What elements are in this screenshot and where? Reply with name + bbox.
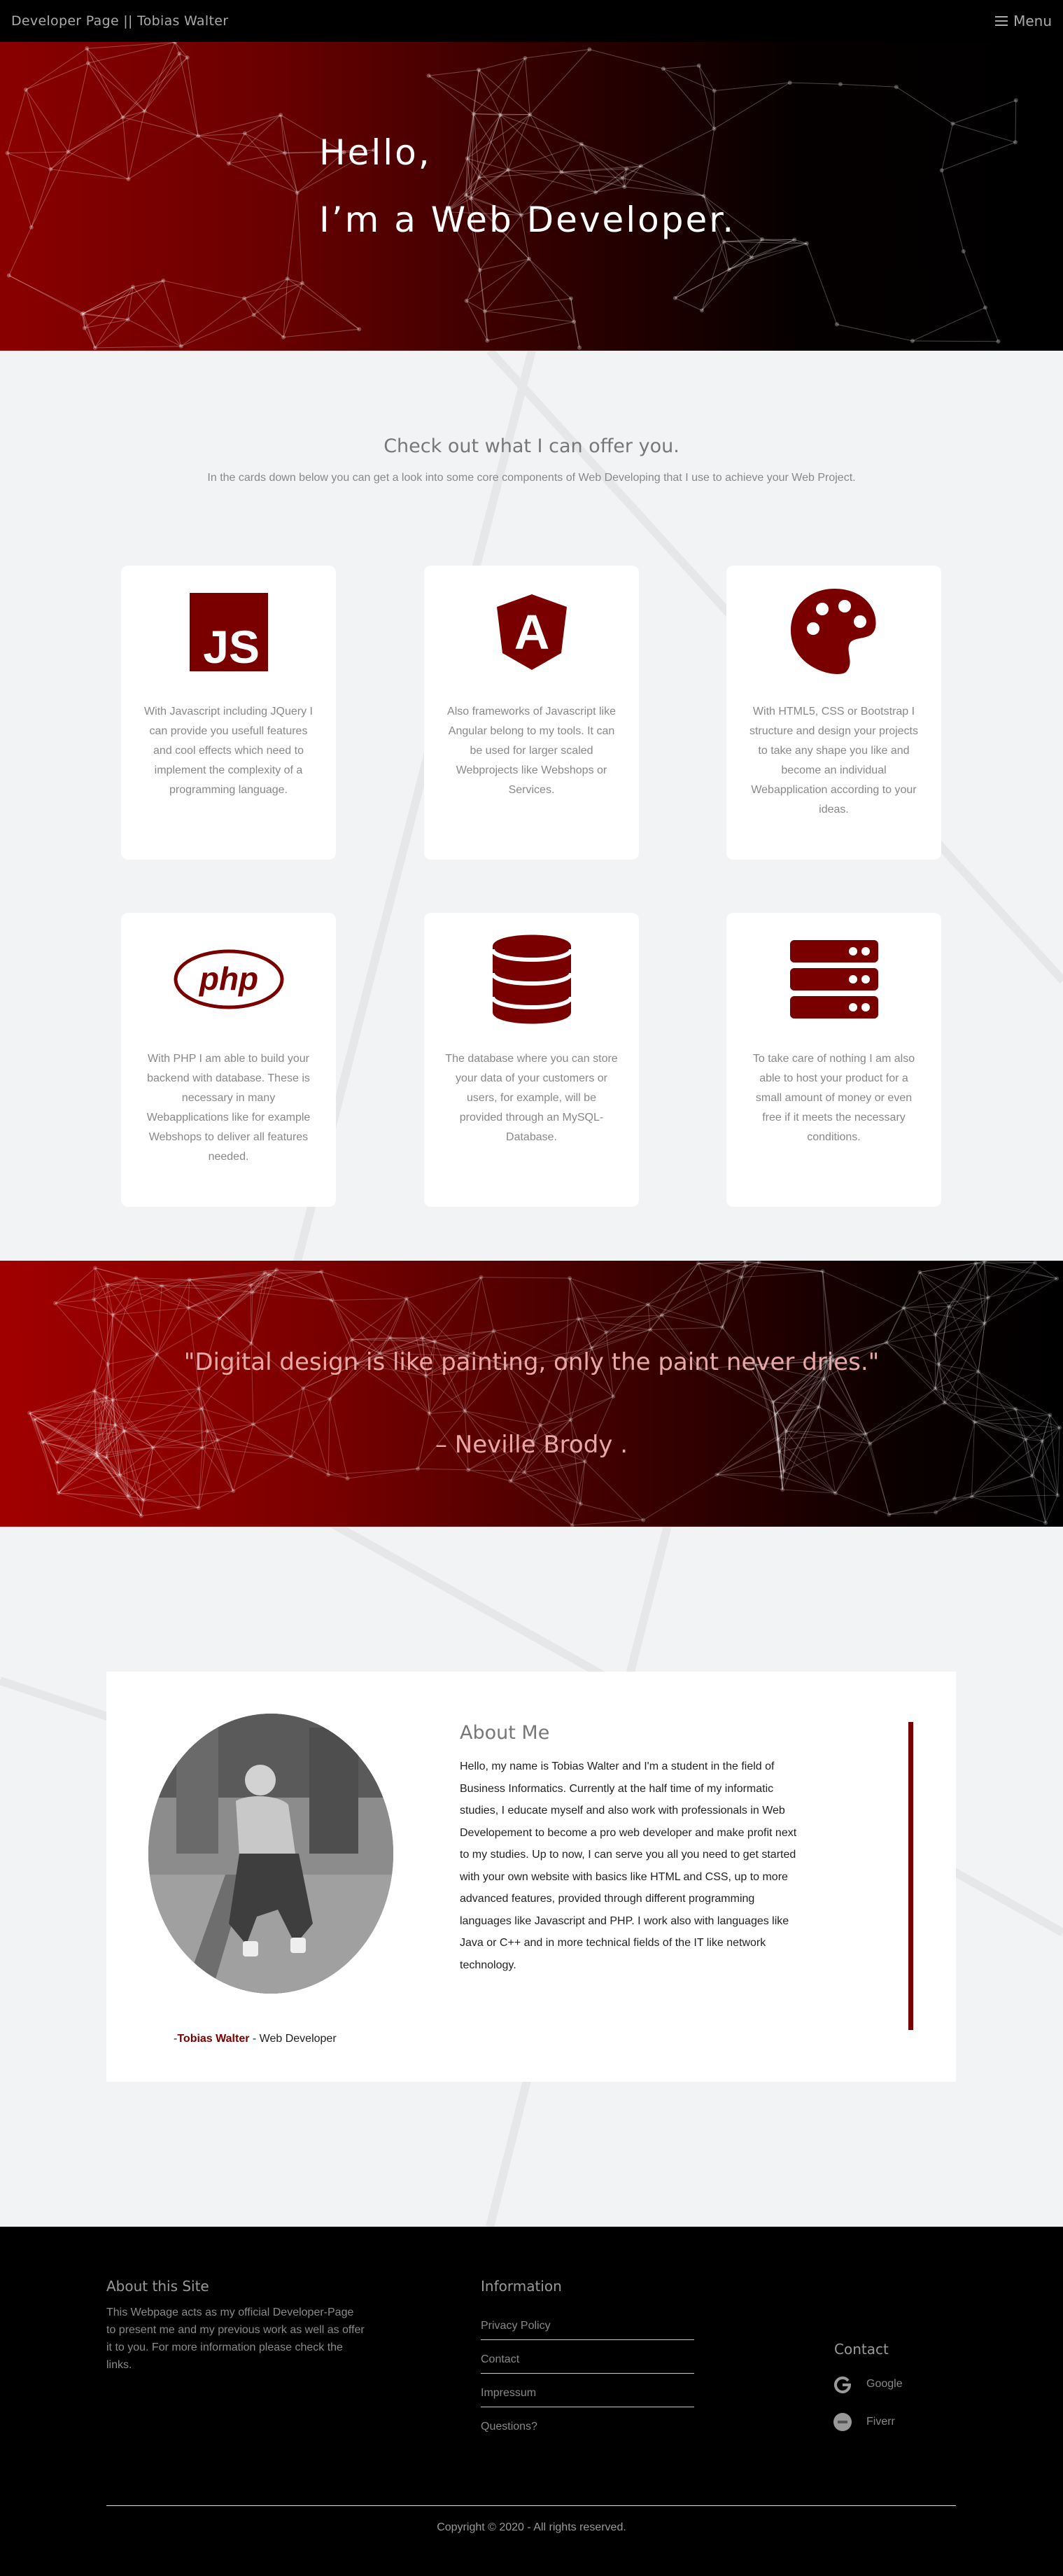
hero-tagline: I’m a Web Developer. bbox=[319, 200, 736, 240]
photo-caption: -Tobias Walter - Web Developer bbox=[174, 2033, 337, 2045]
service-card-php: php With PHP I am able to build your bac… bbox=[121, 913, 336, 1207]
caption-name: Tobias Walter bbox=[177, 2033, 250, 2045]
menu-label: Menu bbox=[1013, 13, 1052, 29]
php-icon: php bbox=[121, 934, 336, 1025]
services-title: Check out what I can offer you. bbox=[383, 435, 680, 457]
footer-about-text: This Webpage acts as my official Develop… bbox=[106, 2306, 365, 2371]
contact-fiverr[interactable]: Fiverr bbox=[833, 2412, 895, 2432]
footer-divider bbox=[106, 2505, 956, 2506]
footer-link-contact[interactable]: Contact bbox=[481, 2353, 694, 2374]
about-title: About Me bbox=[460, 1722, 550, 1744]
footer-link-questions[interactable]: Questions? bbox=[481, 2421, 694, 2440]
contact-fiverr-label: Fiverr bbox=[866, 2416, 895, 2428]
profile-photo bbox=[148, 1714, 393, 1994]
service-card-text: The database where you can store your da… bbox=[445, 1053, 618, 1143]
quote-network-background bbox=[27, 1261, 1062, 1527]
menu-button[interactable]: Menu bbox=[995, 13, 1052, 29]
footer-contact-title: Contact bbox=[834, 2341, 889, 2358]
caption-role: - Web Developer bbox=[249, 2033, 337, 2045]
hero-greeting: Hello, bbox=[319, 132, 432, 173]
quote-banner: "Digital design is like painting, only t… bbox=[0, 1261, 1063, 1527]
footer-link-privacy[interactable]: Privacy Policy bbox=[481, 2320, 694, 2340]
service-card-hosting: To take care of nothing I am also able t… bbox=[726, 913, 941, 1207]
hamburger-icon bbox=[995, 16, 1008, 26]
service-card-text: With Javascript including JQuery I can p… bbox=[144, 706, 313, 796]
svg-text:php: php bbox=[197, 960, 258, 997]
service-card-text: To take care of nothing I am also able t… bbox=[752, 1053, 915, 1143]
services-subtitle: In the cards down below you can get a lo… bbox=[207, 472, 856, 484]
service-card-text: Also frameworks of Javascript like Angul… bbox=[447, 706, 616, 796]
service-card-database: The database where you can store your da… bbox=[424, 913, 639, 1207]
copyright: Copyright © 2020 - All rights reserved. bbox=[437, 2521, 626, 2533]
quote-text: "Digital design is like painting, only t… bbox=[183, 1348, 880, 1376]
contact-google[interactable]: Google bbox=[833, 2374, 903, 2394]
service-card-angular: A Also frameworks of Javascript like Ang… bbox=[424, 566, 639, 860]
hero-heading: Hello, I’m a Web Developer. bbox=[319, 119, 735, 253]
quote-author: – Neville Brody . bbox=[435, 1431, 628, 1459]
google-icon bbox=[833, 2374, 852, 2394]
database-icon bbox=[424, 934, 639, 1025]
angular-icon: A bbox=[424, 587, 639, 678]
about-text: Hello, my name is Tobias Walter and I'm … bbox=[460, 1760, 797, 1971]
footer: About this Site This Webpage acts as my … bbox=[0, 2227, 1063, 2576]
footer-about-title: About this Site bbox=[106, 2278, 209, 2295]
javascript-icon: JS bbox=[121, 587, 336, 678]
palette-icon bbox=[726, 587, 941, 678]
service-card-text: With PHP I am able to build your backend… bbox=[146, 1053, 311, 1163]
svg-text:A: A bbox=[514, 605, 549, 659]
contact-google-label: Google bbox=[866, 2378, 903, 2390]
footer-info-title: Information bbox=[481, 2278, 562, 2295]
site-brand[interactable]: Developer Page || Tobias Walter bbox=[11, 13, 228, 29]
svg-text:JS: JS bbox=[203, 621, 260, 671]
about-card: -Tobias Walter - Web Developer About Me … bbox=[106, 1672, 956, 2082]
service-card-design: With HTML5, CSS or Bootstrap I structure… bbox=[726, 566, 941, 860]
server-icon bbox=[726, 934, 941, 1025]
service-card-javascript: JS With Javascript including JQuery I ca… bbox=[121, 566, 336, 860]
hero-banner: Hello, I’m a Web Developer. bbox=[0, 42, 1063, 351]
service-card-text: With HTML5, CSS or Bootstrap I structure… bbox=[749, 706, 918, 816]
footer-link-impressum[interactable]: Impressum bbox=[481, 2387, 694, 2407]
navbar: Developer Page || Tobias Walter Menu bbox=[0, 0, 1063, 42]
about-accent-bar bbox=[908, 1722, 913, 2030]
fiverr-icon bbox=[833, 2412, 852, 2432]
